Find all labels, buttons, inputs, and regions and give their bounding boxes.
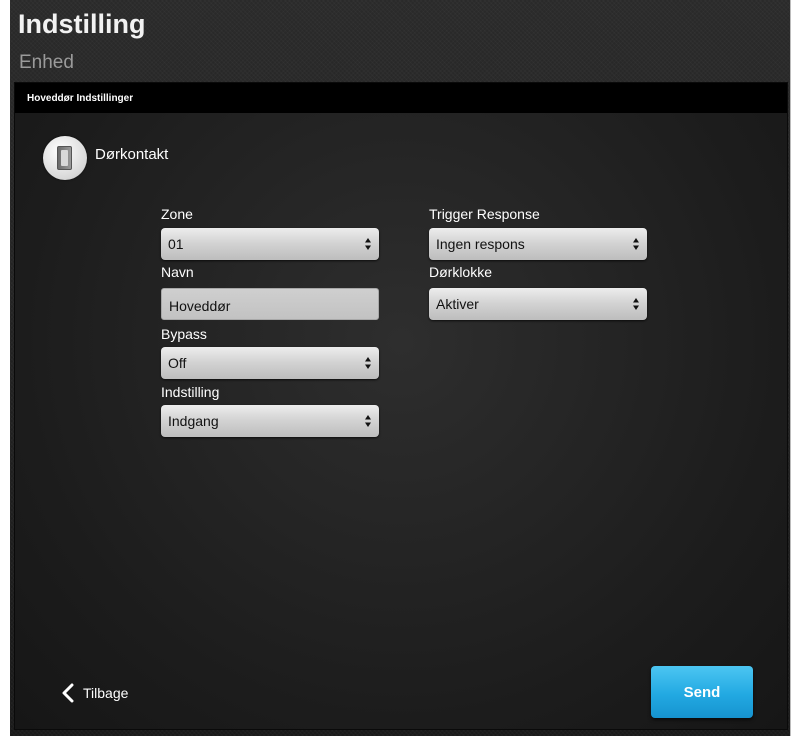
trigger-response-select[interactable]: Ingen respons	[429, 228, 647, 260]
doorbell-select[interactable]: Aktiver	[429, 288, 647, 320]
page-header: Indstilling Enhed	[10, 0, 790, 82]
select-arrows-icon	[365, 238, 371, 250]
name-input[interactable]: Hoveddør	[161, 288, 379, 320]
trigger-response-value: Ingen respons	[436, 236, 525, 252]
setting-value: Indgang	[168, 413, 219, 429]
bypass-label: Bypass	[161, 326, 207, 342]
zone-label: Zone	[161, 206, 193, 222]
device-name: Dørkontakt	[95, 146, 169, 163]
bypass-value: Off	[168, 355, 187, 371]
app-frame: Indstilling Enhed Hoveddør Indstillinger…	[10, 0, 791, 736]
panel-header: Hoveddør Indstillinger	[15, 83, 787, 113]
setting-label: Indstilling	[161, 384, 220, 400]
back-label: Tilbage	[83, 685, 129, 701]
send-button[interactable]: Send	[651, 666, 753, 718]
zone-select[interactable]: 01	[161, 228, 379, 260]
chevron-left-icon	[62, 683, 74, 703]
doorbell-value: Aktiver	[436, 296, 479, 312]
name-label: Navn	[161, 264, 194, 280]
select-arrows-icon	[633, 238, 639, 250]
trigger-response-label: Trigger Response	[429, 206, 540, 222]
select-arrows-icon	[365, 357, 371, 369]
doorbell-label: Dørklokke	[429, 264, 493, 280]
page-title: Indstilling	[18, 9, 146, 39]
bypass-select[interactable]: Off	[161, 347, 379, 379]
name-value: Hoveddør	[169, 298, 231, 314]
select-arrows-icon	[633, 298, 639, 310]
setting-select[interactable]: Indgang	[161, 405, 379, 437]
door-contact-icon	[43, 136, 87, 180]
panel-title: Hoveddør Indstillinger	[27, 93, 134, 104]
page-subtitle: Enhed	[19, 52, 74, 73]
settings-panel: Hoveddør Indstillinger Dørkontakt Zone 0…	[14, 82, 788, 730]
zone-value: 01	[168, 236, 184, 252]
select-arrows-icon	[365, 415, 371, 427]
